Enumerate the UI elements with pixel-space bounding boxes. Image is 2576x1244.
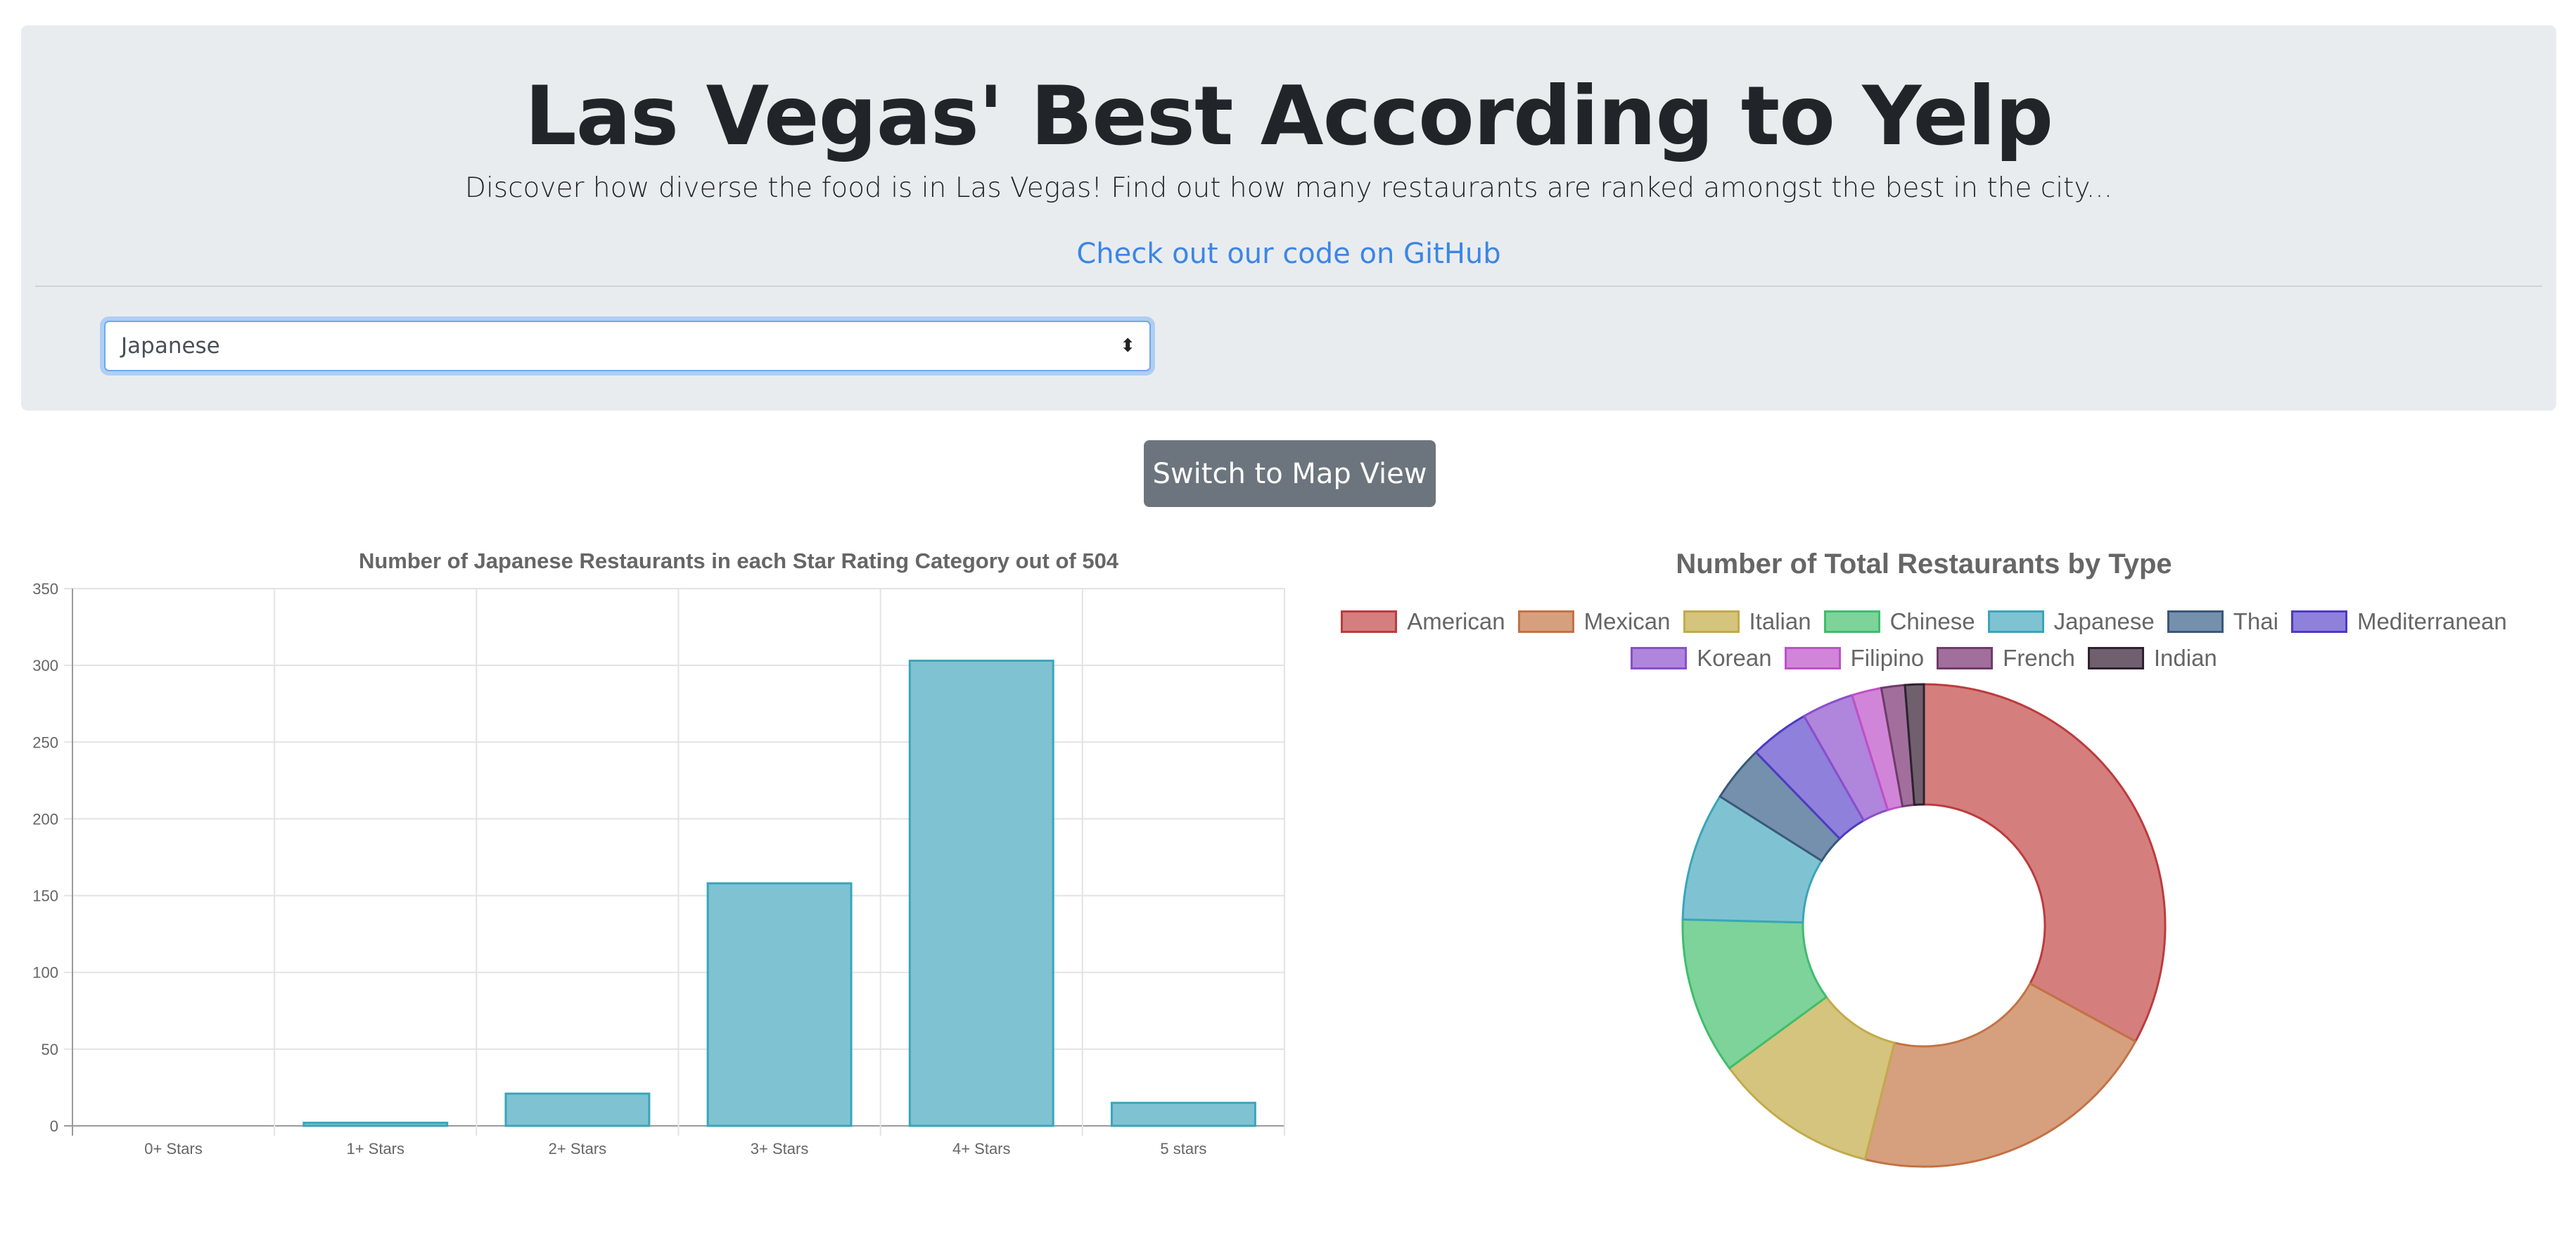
y-tick-label: 100 bbox=[32, 964, 58, 982]
legend-item[interactable]: Mexican bbox=[1517, 608, 1671, 635]
donut-chart-title: Number of Total Restaurants by Type bbox=[1676, 549, 2172, 579]
y-tick-label: 0 bbox=[50, 1117, 58, 1135]
x-tick-label: 2+ Stars bbox=[549, 1140, 607, 1158]
legend-label: Chinese bbox=[1889, 608, 1975, 634]
x-tick-label: 0+ Stars bbox=[144, 1140, 203, 1158]
y-tick-label: 200 bbox=[32, 810, 58, 828]
header-jumbotron: Las Vegas' Best According to Yelp Discov… bbox=[21, 25, 2556, 411]
x-tick-label: 5 stars bbox=[1160, 1140, 1206, 1158]
legend-label: Japanese bbox=[2053, 608, 2155, 634]
y-tick-label: 50 bbox=[42, 1041, 58, 1058]
y-tick-label: 350 bbox=[32, 580, 58, 598]
bar[interactable] bbox=[1110, 1101, 1256, 1127]
cuisine-select[interactable]: Japanese ⬍ bbox=[104, 321, 1151, 371]
y-tick-label: 300 bbox=[32, 657, 58, 674]
donut-chart bbox=[1681, 683, 2167, 1168]
legend-item[interactable]: French bbox=[1937, 645, 2075, 672]
legend-swatch bbox=[1683, 610, 1740, 633]
legend-label: American bbox=[1407, 608, 1505, 634]
legend-swatch bbox=[1937, 647, 1994, 669]
y-tick-label: 250 bbox=[32, 733, 58, 751]
legend-label: Italian bbox=[1749, 608, 1811, 634]
legend-item[interactable]: Chinese bbox=[1823, 608, 1975, 635]
legend-label: Mexican bbox=[1583, 608, 1671, 634]
legend-item[interactable]: Italian bbox=[1683, 608, 1811, 635]
legend-row: Korean Filipino French Indian bbox=[1322, 640, 2525, 676]
bar-chart: 0 50 100 150 200 250 300 350 0+ Stars 1+ Stars 2+ … bbox=[32, 580, 1285, 1158]
page-lead: Discover how diverse the food is in Las … bbox=[464, 172, 2113, 204]
bar[interactable] bbox=[706, 882, 853, 1127]
legend-label: Thai bbox=[2233, 608, 2278, 634]
legend-item[interactable]: Thai bbox=[2167, 608, 2278, 635]
legend-swatch bbox=[1517, 610, 1574, 633]
legend-item[interactable]: Japanese bbox=[1987, 608, 2155, 635]
legend-swatch bbox=[1987, 610, 2044, 633]
github-link[interactable]: Check out our code on GitHub bbox=[21, 235, 2556, 273]
legend-label: Mediterranean bbox=[2357, 608, 2507, 634]
legend-row: American Mexican Italian Chinese Japanese Tha… bbox=[1322, 603, 2525, 640]
legend-swatch bbox=[1341, 610, 1398, 633]
legend-swatch bbox=[1784, 647, 1841, 669]
legend-swatch bbox=[2290, 610, 2347, 633]
x-tick-label: 3+ Stars bbox=[751, 1140, 809, 1158]
legend-item[interactable]: Korean bbox=[1631, 645, 1772, 672]
x-tick-label: 4+ Stars bbox=[952, 1140, 1011, 1158]
legend-label: French bbox=[2003, 645, 2075, 671]
legend-item[interactable]: American bbox=[1341, 608, 1505, 635]
bar[interactable] bbox=[908, 660, 1054, 1127]
x-tick-label: 1+ Stars bbox=[346, 1140, 404, 1158]
cuisine-select-value: Japanese bbox=[121, 333, 220, 359]
legend-label: Korean bbox=[1697, 645, 1772, 671]
legend-swatch bbox=[2167, 610, 2224, 633]
y-tick-label: 150 bbox=[32, 887, 58, 905]
legend-swatch bbox=[1823, 610, 1880, 633]
legend-swatch bbox=[2087, 647, 2144, 669]
select-arrows-icon: ⬍ bbox=[1120, 335, 1135, 357]
legend-label: Filipino bbox=[1850, 645, 1925, 671]
legend-label: Indian bbox=[2153, 645, 2217, 671]
donut-slice[interactable] bbox=[1923, 683, 2167, 1043]
legend-item[interactable]: Mediterranean bbox=[2290, 608, 2507, 635]
bar[interactable] bbox=[302, 1122, 449, 1127]
legend-swatch bbox=[1631, 647, 1688, 669]
legend-item[interactable]: Indian bbox=[2087, 645, 2217, 672]
donut-legend: American Mexican Italian Chinese Japanese Tha… bbox=[1322, 603, 2525, 676]
switch-to-map-view-button[interactable]: Switch to Map View bbox=[1144, 440, 1436, 507]
bar[interactable] bbox=[504, 1092, 651, 1127]
page-title: Las Vegas' Best According to Yelp bbox=[524, 69, 2053, 164]
divider bbox=[35, 286, 2542, 287]
legend-item[interactable]: Filipino bbox=[1784, 645, 1925, 672]
